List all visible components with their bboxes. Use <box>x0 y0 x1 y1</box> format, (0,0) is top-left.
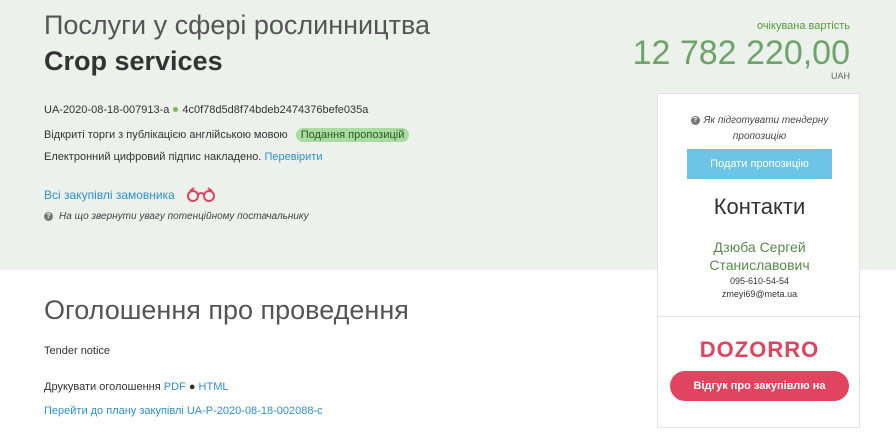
contact-name: Дзюба Сергей Станиславович <box>658 238 861 274</box>
separator-dot: ● <box>188 381 196 393</box>
sidebar-panel: ? Як підготувати тендерну пропозицію Пода… <box>657 93 861 428</box>
procurement-plan-link[interactable]: Перейти до плану закупівлі UA-P-2020-08-… <box>44 405 323 417</box>
all-buyer-purchases-link[interactable]: Всі закупівлі замовника <box>44 188 175 202</box>
print-notice-line: Друкувати оголошення PDF ● HTML <box>44 381 228 393</box>
question-circle-icon: ? <box>44 212 53 221</box>
supplier-hint-text: На що звернути увагу потенційному постач… <box>59 211 309 222</box>
binoculars-icon[interactable] <box>186 186 216 202</box>
notice-section-title: Оголошення про проведення <box>44 295 409 325</box>
how-to-prepare-line2: пропозицію <box>732 131 787 142</box>
panel-divider <box>658 316 861 317</box>
dozorro-logo-text: DOZORRO <box>700 337 819 362</box>
tender-notice-label: Tender notice <box>44 345 111 357</box>
price-currency: UAH <box>830 71 850 81</box>
procedure-type: Відкриті торги з публікацією англійською… <box>44 129 288 141</box>
print-pdf-link[interactable]: PDF <box>164 381 186 393</box>
status-badge: Подання пропозицій <box>295 128 410 142</box>
submit-proposal-button[interactable]: Подати пропозицію <box>687 149 832 179</box>
page-title-ua: Послуги у сфері рослинництва <box>44 10 431 40</box>
separator-dot <box>173 107 179 113</box>
dozorro-feedback-button[interactable]: Відгук про закупівлю на Дозорро <box>670 371 849 422</box>
supplier-hint[interactable]: ? На що звернути увагу потенційному поста… <box>44 211 309 222</box>
dozorro-logo[interactable]: DOZORRO <box>658 334 861 364</box>
contact-name-line1: Дзюба Сергей <box>713 239 806 255</box>
contact-email[interactable]: zmeyi69@meta.ua <box>658 289 861 299</box>
how-to-prepare-hint[interactable]: ? Як підготувати тендерну пропозицію <box>658 113 861 145</box>
tender-hash: 4c0f78d5d8f74bdeb2474376befe035a <box>182 104 369 116</box>
contact-phone: 095-610-54-54 <box>729 276 790 286</box>
how-to-prepare-line1: Як підготувати тендерну <box>703 115 829 126</box>
signature-text: Електронний цифровий підпис накладено. <box>44 151 262 163</box>
signature-line: Електронний цифровий підпис накладено. П… <box>44 151 322 163</box>
question-circle-icon: ? <box>690 116 700 125</box>
verify-signature-link[interactable]: Перевірити <box>264 151 322 163</box>
tender-id-line: UA-2020-08-18-007913-a 4c0f78d5d8f74bdeb2… <box>44 104 368 116</box>
tender-id: UA-2020-08-18-007913-a <box>44 104 170 116</box>
contacts-title: Контакти <box>713 194 806 219</box>
procedure-type-line: Відкриті торги з публікацією англійською… <box>44 128 410 142</box>
page-title-en: Crop services <box>44 46 223 76</box>
print-notice-label: Друкувати оголошення <box>44 381 161 393</box>
contact-name-line2: Станиславович <box>709 257 810 273</box>
expected-price-label: очікувана вартість <box>756 20 850 32</box>
print-html-link[interactable]: HTML <box>199 381 229 393</box>
expected-price-value: 12 782 220,00 <box>632 34 850 72</box>
